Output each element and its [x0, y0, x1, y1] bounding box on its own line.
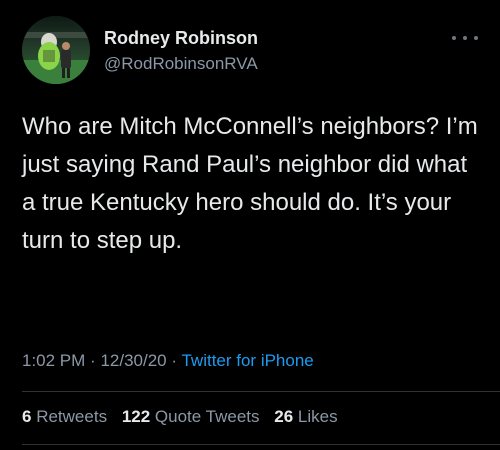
author-name[interactable]: Rodney Robinson [104, 28, 258, 49]
divider [22, 444, 500, 445]
avatar-image [22, 16, 90, 84]
quote-tweets-count: 122 [121, 407, 151, 426]
meta-separator: · [90, 351, 96, 370]
tweet-date[interactable]: 12/30/20 [100, 351, 166, 370]
tweet-meta: 1:02 PM · 12/30/20 · Twitter for iPhone [22, 351, 314, 371]
quote-tweets-label: Quote Tweets [154, 407, 260, 426]
retweets-count: 6 [22, 407, 32, 426]
more-horizontal-icon[interactable] [452, 28, 478, 48]
retweets-label: Retweets [36, 407, 108, 426]
retweets-stat[interactable]: 6 Retweets [22, 407, 107, 426]
likes-count: 26 [274, 407, 294, 426]
tweet-text: Who are Mitch McConnell’s neighbors? I’m… [22, 113, 478, 254]
meta-separator: · [171, 351, 178, 370]
tweet-source[interactable]: Twitter for iPhone [181, 351, 313, 370]
avatar[interactable] [22, 16, 90, 84]
likes-label: Likes [297, 407, 338, 426]
likes-stat[interactable]: 26 Likes [274, 407, 337, 426]
author-handle[interactable]: @RodRobinsonRVA [104, 54, 258, 74]
more-dot [452, 36, 456, 40]
quote-tweets-stat[interactable]: 122 Quote Tweets [122, 407, 260, 426]
more-dot [474, 36, 478, 40]
divider [22, 391, 500, 392]
tweet-stats: 6 Retweets 122 Quote Tweets 26 Likes [22, 407, 348, 427]
more-dot [463, 36, 467, 40]
tweet-card: Rodney Robinson @RodRobinsonRVA Who are … [0, 0, 500, 450]
tweet-time[interactable]: 1:02 PM [22, 351, 85, 370]
